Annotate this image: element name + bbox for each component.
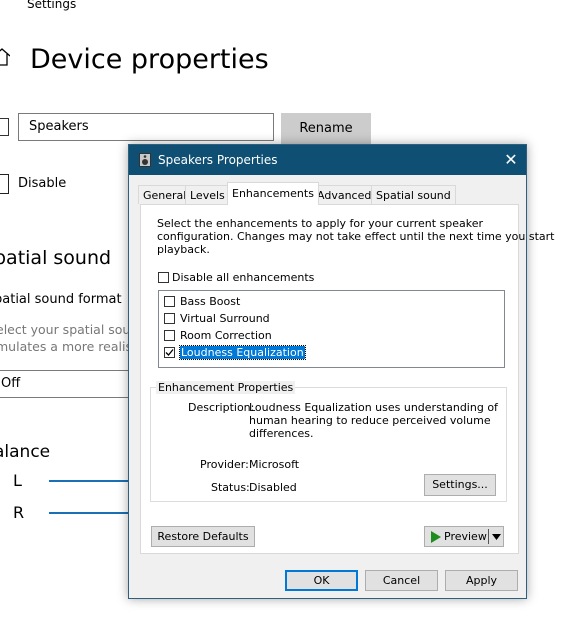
provider-label: Provider: <box>200 458 249 471</box>
status-label: Status: <box>211 481 250 494</box>
provider-value: Microsoft <box>249 458 300 471</box>
disable-all-label: Disable all enhancements <box>172 271 315 284</box>
apply-button[interactable]: Apply <box>445 570 518 591</box>
dialog-titlebar[interactable]: Speakers Properties ✕ <box>129 145 526 175</box>
description-label: Description: <box>188 401 255 414</box>
balance-right-slider[interactable] <box>49 512 129 514</box>
room-correction-checkbox[interactable] <box>164 330 175 341</box>
preview-dropdown-divider <box>488 529 489 544</box>
cancel-button[interactable]: Cancel <box>365 570 438 591</box>
rename-button[interactable]: Rename <box>281 113 371 145</box>
description-line3: differences. <box>249 427 314 440</box>
virtual-surround-checkbox[interactable] <box>164 313 175 324</box>
balance-heading: alance <box>0 442 51 462</box>
preview-button[interactable]: Preview <box>424 526 504 547</box>
intro-line3: playback. <box>157 243 210 256</box>
description-line2: human hearing to reduce perceived volume <box>249 414 491 427</box>
speakers-properties-dialog: Speakers Properties ✕ General Levels Enh… <box>128 144 555 599</box>
ok-button[interactable]: OK <box>285 570 358 591</box>
device-name-input[interactable]: Speakers <box>18 113 274 141</box>
tab-enhancements[interactable]: Enhancements <box>227 182 319 205</box>
balance-left-slider[interactable] <box>49 480 129 482</box>
disable-all-checkbox[interactable] <box>158 272 169 283</box>
balance-left-label: L <box>13 471 22 490</box>
spatial-format-label: patial sound format <box>0 292 122 307</box>
spatial-sound-heading: patial sound <box>0 247 112 269</box>
tab-advanced[interactable]: Advanced <box>312 185 377 204</box>
tab-levels[interactable]: Levels <box>185 185 230 204</box>
spatial-format-select[interactable]: Off <box>0 370 138 398</box>
speaker-icon <box>139 153 151 167</box>
enhancement-properties-label: Enhancement Properties <box>156 381 296 394</box>
page-title: Device properties <box>30 44 269 75</box>
balance-right-label: R <box>13 503 25 522</box>
settings-app-label: Settings <box>27 0 77 11</box>
spatial-description-line2: mulates a more realis <box>0 339 132 354</box>
intro-line2: configuration. Changes may not take effe… <box>157 230 555 243</box>
close-icon[interactable]: ✕ <box>499 148 523 172</box>
bass-boost-label[interactable]: Bass Boost <box>180 295 240 308</box>
home-icon[interactable] <box>0 48 10 66</box>
status-value: Disabled <box>249 481 297 494</box>
loudness-equalization-label[interactable]: Loudness Equalization <box>179 345 306 360</box>
loudness-equalization-checkbox[interactable] <box>164 347 175 358</box>
virtual-surround-label[interactable]: Virtual Surround <box>180 312 270 325</box>
disable-label: Disable <box>18 176 67 191</box>
intro-line1: Select the enhancements to apply for you… <box>157 217 484 230</box>
tab-spatial-sound[interactable]: Spatial sound <box>371 185 456 204</box>
checkmark-icon <box>165 349 174 356</box>
room-correction-label[interactable]: Room Correction <box>180 329 272 342</box>
dialog-title: Speakers Properties <box>158 153 278 167</box>
spatial-description-line1: elect your spatial sou <box>0 322 131 337</box>
speaker-device-icon <box>0 118 9 136</box>
tab-general[interactable]: General <box>138 185 192 204</box>
settings-button[interactable]: Settings... <box>424 474 496 496</box>
disable-checkbox[interactable] <box>0 174 9 194</box>
play-icon <box>431 531 441 543</box>
description-line1: Loudness Equalization uses understanding… <box>249 401 498 414</box>
chevron-down-icon[interactable] <box>492 534 501 540</box>
preview-label: Preview <box>444 530 487 543</box>
bass-boost-checkbox[interactable] <box>164 296 175 307</box>
restore-defaults-button[interactable]: Restore Defaults <box>151 526 255 547</box>
